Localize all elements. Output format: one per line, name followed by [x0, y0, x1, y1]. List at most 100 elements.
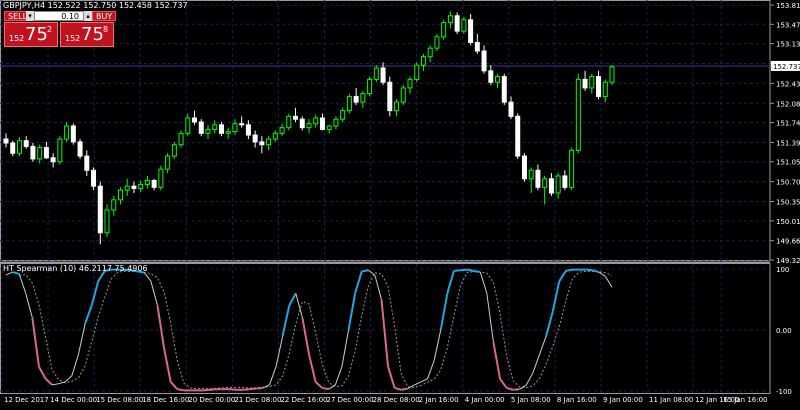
candle-body[interactable] — [57, 138, 63, 163]
candle-body[interactable] — [569, 149, 575, 188]
candle-body[interactable] — [596, 76, 602, 97]
candle-body[interactable] — [495, 76, 501, 83]
candle-body[interactable] — [144, 179, 150, 185]
candle-body[interactable] — [508, 101, 514, 117]
candle-body[interactable] — [340, 110, 346, 120]
sell-price-button[interactable]: 152 75 2 — [4, 22, 58, 47]
candle-body[interactable] — [454, 15, 460, 32]
candle-body[interactable] — [589, 76, 595, 89]
candle-body[interactable] — [84, 155, 90, 171]
candle-body[interactable] — [333, 118, 339, 127]
candle-body[interactable] — [468, 19, 474, 43]
candle-body[interactable] — [535, 169, 541, 188]
candle-body[interactable] — [367, 78, 373, 95]
candle-body[interactable] — [192, 117, 198, 123]
candle-body[interactable] — [582, 78, 588, 89]
candle-body[interactable] — [461, 19, 467, 32]
candle-body[interactable] — [414, 64, 420, 80]
candle-body[interactable] — [266, 138, 272, 146]
candle-body[interactable] — [521, 155, 527, 180]
lot-size-input[interactable]: 0.10 — [34, 11, 84, 21]
time-tick-label: 18 Dec 16:00 — [142, 396, 189, 404]
candle-body[interactable] — [10, 142, 16, 154]
candle-body[interactable] — [447, 15, 453, 24]
candle-body[interactable] — [124, 185, 130, 191]
candle-body[interactable] — [562, 175, 568, 188]
candle-body[interactable] — [380, 67, 386, 83]
candle-body[interactable] — [50, 157, 56, 163]
candle-body[interactable] — [373, 67, 379, 80]
buy-button[interactable]: BUY — [92, 11, 117, 21]
candle-body[interactable] — [400, 87, 406, 103]
candle-body[interactable] — [23, 140, 29, 147]
candle-body[interactable] — [91, 169, 97, 187]
candle-body[interactable] — [77, 141, 83, 157]
candle-body[interactable] — [205, 128, 211, 134]
candle-body[interactable] — [434, 36, 440, 49]
candle-body[interactable] — [387, 81, 393, 112]
candle-body[interactable] — [346, 95, 352, 112]
buy-price-button[interactable]: 152 75 8 — [60, 22, 114, 47]
candle-body[interactable] — [225, 131, 231, 134]
candle-body[interactable] — [286, 115, 292, 129]
candle-body[interactable] — [313, 117, 319, 125]
candle-body[interactable] — [609, 66, 615, 83]
candle-body[interactable] — [548, 178, 554, 194]
candle-body[interactable] — [198, 121, 204, 134]
candle-body[interactable] — [212, 124, 218, 130]
candle-body[interactable] — [218, 124, 224, 134]
candle-body[interactable] — [111, 199, 117, 211]
candle-body[interactable] — [3, 138, 9, 144]
candle-body[interactable] — [293, 115, 299, 120]
candle-body[interactable] — [602, 81, 608, 97]
candle-body[interactable] — [407, 78, 413, 89]
candle-body[interactable] — [279, 127, 285, 134]
lot-increase-arrow-icon[interactable]: ▴ — [84, 11, 92, 21]
candle-body[interactable] — [394, 101, 400, 112]
candle-body[interactable] — [353, 95, 359, 103]
candle-body[interactable] — [70, 125, 76, 143]
candle-body[interactable] — [299, 118, 305, 129]
candle-body[interactable] — [104, 209, 110, 234]
candle-body[interactable] — [501, 76, 507, 103]
candle-body[interactable] — [575, 78, 581, 151]
candle-body[interactable] — [515, 115, 521, 157]
candle-body[interactable] — [131, 185, 137, 189]
candle-body[interactable] — [306, 123, 312, 129]
candle-body[interactable] — [232, 123, 238, 133]
candle-body[interactable] — [252, 134, 258, 143]
candle-body[interactable] — [542, 178, 548, 188]
candle-body[interactable] — [528, 169, 534, 180]
candle-body[interactable] — [43, 147, 49, 159]
candle-body[interactable] — [272, 132, 278, 140]
candle-body[interactable] — [37, 147, 43, 160]
candle-body[interactable] — [165, 155, 171, 170]
candle-body[interactable] — [30, 145, 36, 160]
candle-body[interactable] — [326, 125, 332, 130]
candle-body[interactable] — [171, 144, 177, 157]
candle-body[interactable] — [481, 50, 487, 72]
candle-body[interactable] — [420, 56, 426, 66]
candle-body[interactable] — [185, 117, 191, 134]
candle-body[interactable] — [64, 125, 70, 140]
candle-body[interactable] — [474, 41, 480, 52]
candle-body[interactable] — [360, 93, 366, 103]
candle-body[interactable] — [151, 179, 157, 188]
candle-body[interactable] — [16, 140, 22, 154]
candle-body[interactable] — [97, 185, 103, 234]
candle-body[interactable] — [319, 117, 325, 130]
candle-body[interactable] — [138, 183, 144, 189]
chart-canvas[interactable]: 153.810153.470153.130152.780152.430152.0… — [0, 0, 800, 406]
candle-body[interactable] — [259, 141, 265, 146]
candle-body[interactable] — [245, 124, 251, 136]
candle-body[interactable] — [239, 123, 245, 126]
lot-decrease-arrow-icon[interactable]: ▾ — [26, 11, 34, 21]
candle-body[interactable] — [117, 189, 123, 201]
chart-window[interactable]: 153.810153.470153.130152.780152.430152.0… — [0, 0, 800, 406]
candle-body[interactable] — [441, 22, 447, 38]
candle-body[interactable] — [555, 175, 561, 194]
candle-body[interactable] — [178, 132, 184, 146]
candle-body[interactable] — [488, 70, 494, 83]
candle-body[interactable] — [427, 47, 433, 58]
candle-body[interactable] — [158, 168, 164, 188]
